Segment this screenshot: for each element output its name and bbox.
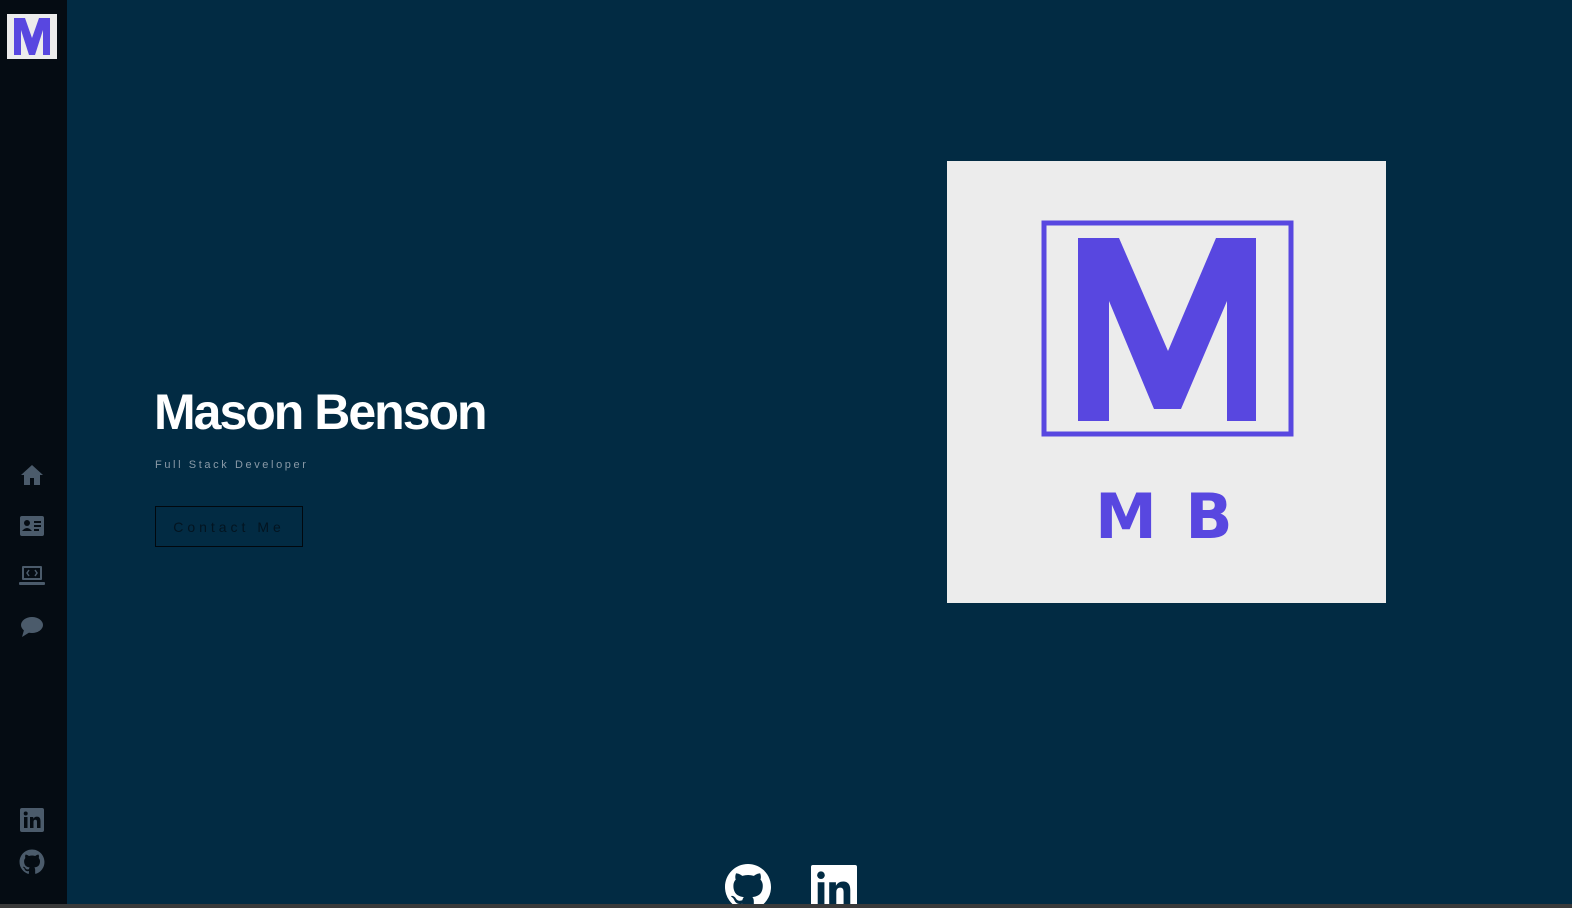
sidebar <box>0 0 67 904</box>
linkedin-icon[interactable] <box>19 807 45 833</box>
svg-text:B: B <box>1185 480 1232 553</box>
chat-bubble-icon[interactable] <box>19 614 45 640</box>
hero-name: Mason Benson <box>154 384 488 440</box>
site-logo[interactable] <box>7 14 57 59</box>
contact-me-button[interactable]: Contact Me <box>155 506 303 547</box>
home-icon[interactable] <box>19 462 45 488</box>
contact-card-icon[interactable] <box>19 513 45 539</box>
hero-logo-image: M B <box>947 161 1386 603</box>
laptop-code-icon[interactable] <box>19 563 45 589</box>
hero-subtitle: Full Stack Developer <box>155 459 309 471</box>
status-bar <box>0 904 1572 908</box>
github-icon[interactable] <box>19 849 45 875</box>
linkedin-icon[interactable] <box>811 865 859 904</box>
github-icon[interactable] <box>724 863 772 904</box>
hero-section: Mason Benson Full Stack Developer Contac… <box>67 0 1572 904</box>
svg-text:M: M <box>1095 480 1157 553</box>
